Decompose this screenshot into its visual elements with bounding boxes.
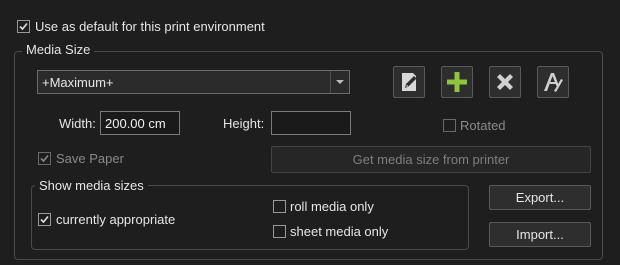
import-button[interactable]: Import...: [489, 222, 591, 247]
save-paper-checkbox[interactable]: [38, 152, 51, 165]
check-icon: [40, 154, 49, 163]
check-icon: [19, 22, 28, 31]
currently-appropriate-checkbox[interactable]: [38, 213, 51, 226]
height-label: Height:: [223, 116, 265, 131]
get-media-size-button[interactable]: Get media size from printer: [271, 146, 591, 173]
check-icon: [40, 215, 49, 224]
rotated-checkbox[interactable]: [443, 119, 456, 132]
delete-icon: [497, 74, 513, 90]
media-size-select[interactable]: +Maximum+: [37, 70, 350, 94]
show-media-legend: Show media sizes: [35, 178, 148, 193]
edit-icon: [402, 73, 417, 91]
delete-media-button[interactable]: [489, 66, 521, 98]
default-env-checkbox[interactable]: [17, 20, 30, 33]
export-button[interactable]: Export...: [489, 185, 591, 210]
add-media-button[interactable]: [441, 66, 473, 98]
width-label: Width:: [59, 116, 96, 131]
roll-media-label: roll media only: [290, 199, 374, 214]
height-input[interactable]: [271, 111, 351, 135]
rename-media-button[interactable]: [537, 66, 569, 98]
combo-divider: [330, 71, 331, 93]
roll-media-checkbox[interactable]: [273, 200, 286, 213]
save-paper-label: Save Paper: [56, 151, 124, 166]
rotated-label: Rotated: [460, 118, 506, 133]
currently-appropriate-label: currently appropriate: [56, 212, 176, 227]
default-env-label: Use as default for this print environmen…: [35, 19, 265, 34]
chevron-down-icon[interactable]: [335, 79, 345, 85]
media-size-legend: Media Size: [22, 42, 95, 57]
media-size-selected: +Maximum+: [42, 75, 114, 90]
rename-icon: [544, 73, 563, 92]
add-icon: [447, 72, 467, 92]
sheet-media-label: sheet media only: [290, 224, 389, 239]
edit-media-button[interactable]: [393, 66, 425, 98]
sheet-media-checkbox[interactable]: [273, 225, 286, 238]
width-input[interactable]: [100, 111, 180, 135]
